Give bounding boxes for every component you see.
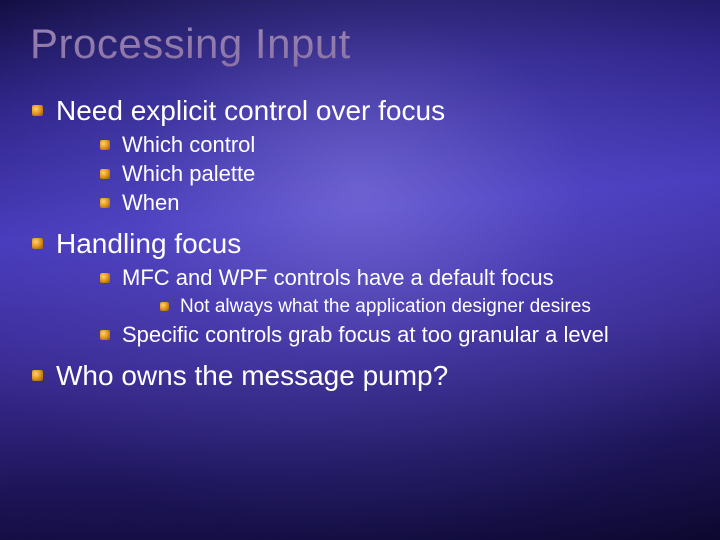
bullet-text: Handling focus bbox=[56, 228, 241, 259]
bullet-sublist: Not always what the application designer… bbox=[158, 295, 710, 318]
bullet-l2: Specific controls grab focus at too gran… bbox=[98, 322, 710, 349]
slide: Processing Input Need explicit control o… bbox=[0, 0, 720, 540]
bullet-l3: Not always what the application designer… bbox=[158, 295, 710, 318]
bullet-sublist: Which control Which palette When bbox=[98, 132, 710, 216]
slide-title: Processing Input bbox=[30, 20, 710, 68]
bullet-text: When bbox=[122, 190, 179, 215]
bullet-text: Who owns the message pump? bbox=[56, 360, 448, 391]
bullet-l2: MFC and WPF controls have a default focu… bbox=[98, 265, 710, 318]
bullet-text: Not always what the application designer… bbox=[180, 296, 591, 317]
bullet-text: Which control bbox=[122, 132, 255, 157]
bullet-l2: Which palette bbox=[98, 161, 710, 188]
bullet-l1: Who owns the message pump? bbox=[30, 359, 710, 393]
bullet-l1: Handling focus MFC and WPF controls have… bbox=[30, 227, 710, 349]
bullet-l1: Need explicit control over focus Which c… bbox=[30, 94, 710, 217]
bullet-text: Which palette bbox=[122, 161, 255, 186]
bullet-text: Need explicit control over focus bbox=[56, 95, 445, 126]
bullet-list: Need explicit control over focus Which c… bbox=[30, 94, 710, 393]
bullet-l2: When bbox=[98, 190, 710, 217]
bullet-sublist: MFC and WPF controls have a default focu… bbox=[98, 265, 710, 349]
bullet-text: Specific controls grab focus at too gran… bbox=[122, 322, 609, 347]
bullet-text: MFC and WPF controls have a default focu… bbox=[122, 265, 554, 290]
bullet-l2: Which control bbox=[98, 132, 710, 159]
